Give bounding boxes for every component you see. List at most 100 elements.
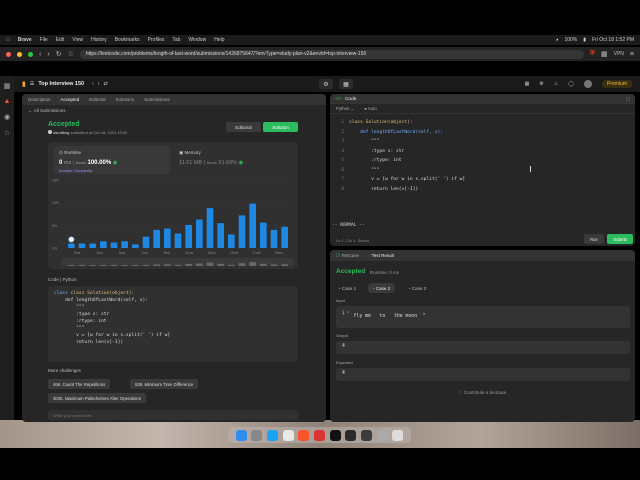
app-gray-icon[interactable]	[360, 429, 372, 441]
editor-line: :type s: str	[349, 148, 405, 154]
x-tick-label: 11ms	[185, 251, 193, 255]
menu-edit[interactable]: Edit	[56, 37, 65, 43]
tab-testcase[interactable]: ☑ Testcase	[336, 253, 359, 259]
contribute-testcase-link[interactable]: ♡ Contribute a testcase	[330, 390, 635, 396]
tab-test-result[interactable]: › Test Result	[369, 253, 394, 258]
input-box[interactable]: s = " fly me to the moon "	[336, 306, 630, 328]
safari-icon[interactable]	[266, 429, 278, 441]
wallet-icon[interactable]: ◉	[4, 113, 10, 121]
submitted-time: submitted at Oct 18, 2024 10:52	[70, 130, 128, 135]
tab-solutions[interactable]: Solutions	[116, 97, 135, 102]
reload-icon[interactable]: ↻	[56, 50, 62, 58]
tab-description[interactable]: Description	[28, 97, 51, 102]
app-dark-icon[interactable]	[345, 429, 357, 441]
auto-toggle[interactable]: ● Auto	[364, 106, 376, 111]
line-number: 4	[341, 148, 344, 154]
editorial-button[interactable]: Editorial	[226, 122, 261, 132]
tab-accepted[interactable]: Accepted	[61, 97, 80, 102]
extensions-icon[interactable]: ▦	[601, 50, 608, 58]
zoom-window-icon[interactable]	[28, 51, 33, 57]
line-number: 3	[341, 139, 344, 144]
code-line-1: def lengthOfLastWord(self, s):	[54, 298, 149, 303]
forward-icon[interactable]: ›	[47, 51, 49, 58]
bookmark-icon[interactable]: ☆	[68, 50, 74, 58]
menu-window[interactable]: Window	[188, 37, 206, 43]
challenge-chip-539[interactable]: 539. Minimum Time Difference	[130, 379, 199, 389]
prev-problem-icon[interactable]: ‹	[92, 81, 94, 87]
tab-editorial[interactable]: Editorial	[89, 97, 105, 102]
battery-icon[interactable]: ▮	[583, 37, 586, 43]
expected-box[interactable]: 4	[336, 368, 630, 381]
language-select[interactable]: Python ⌄	[336, 106, 354, 112]
bookmarks-icon[interactable]: ☆	[4, 129, 10, 137]
code-editor[interactable]: 1 class Solution(object): 2 def lengthOfLa…	[330, 116, 635, 218]
back-icon[interactable]: ‹	[39, 51, 41, 58]
avatar[interactable]	[583, 80, 592, 88]
settings-icon[interactable]: ⚙	[539, 81, 543, 87]
close-window-icon[interactable]	[6, 51, 11, 57]
address-bar[interactable]: https://leetcode.com/problems/length-of-…	[79, 49, 584, 59]
problem-list-title[interactable]: Top Interview 150	[38, 81, 84, 87]
runtime-distribution-chart[interactable]: 15% 10% 5% 0% 0ms 3ms 5ms 7ms 9ms 11ms 13ms 15ms 17m…	[48, 176, 298, 269]
brave-icon[interactable]	[298, 429, 310, 441]
debug-icon[interactable]: ⚙	[319, 79, 333, 89]
brave-shield-icon[interactable]: ⛨	[590, 50, 595, 58]
problem-list-icon[interactable]: ☰	[30, 81, 34, 87]
username[interactable]: dsrollbng	[53, 130, 69, 135]
editor-line: return len(v[-1])	[349, 186, 419, 192]
all-submissions-link[interactable]: ← All Submissions	[22, 105, 326, 115]
menu-view[interactable]: View	[72, 37, 83, 43]
menu-bookmarks[interactable]: Bookmarks	[115, 37, 140, 43]
trash-icon[interactable]	[392, 429, 404, 441]
runtime-box[interactable]: ◷ Runtime 0 ms | Beats 100.00% ◉ Analyze…	[54, 146, 170, 174]
case-2-tab[interactable]: • Case 2	[368, 283, 396, 293]
maximize-icon[interactable]: ▢	[625, 97, 630, 102]
solution-button[interactable]: Solution	[263, 122, 298, 132]
apple-icon[interactable]: 	[6, 37, 10, 43]
wifi-icon[interactable]: ◕	[555, 37, 558, 43]
brave-rewards-icon[interactable]: ▲	[4, 98, 11, 105]
layout-grid-icon[interactable]: ▦	[525, 81, 530, 87]
sidebar-toggle-icon[interactable]: ▦	[4, 82, 11, 90]
menu-profiles[interactable]: Profiles	[148, 37, 165, 43]
challenge-chip-3035[interactable]: 3035. Maximum Palindromes After Operatio…	[48, 393, 146, 403]
app-red-icon[interactable]	[313, 429, 325, 441]
submit-button[interactable]: Submit	[607, 234, 633, 244]
premium-button[interactable]: Premium	[601, 80, 632, 88]
terminal-icon[interactable]	[329, 429, 341, 441]
next-problem-icon[interactable]: ›	[98, 81, 100, 87]
menu-help[interactable]: Help	[214, 37, 224, 43]
settings-app-icon[interactable]	[376, 429, 388, 441]
challenge-chip-466[interactable]: 466. Count The Repetitions	[48, 379, 111, 389]
notification-icon[interactable]: ◯	[568, 81, 574, 87]
fire-icon[interactable]: ♨	[554, 81, 558, 87]
vpn-label[interactable]: VPN	[614, 51, 624, 57]
calendar-icon[interactable]	[282, 429, 294, 441]
memory-values: 11.61 MB | Beats 91.69% ◉	[179, 160, 244, 166]
memory-box[interactable]: ▣ Memory 11.61 MB | Beats 91.69% ◉	[174, 146, 292, 174]
menu-icon[interactable]: ≡	[630, 51, 634, 58]
case-3-tab[interactable]: • Case 3	[404, 283, 431, 293]
menu-tab[interactable]: Tab	[172, 37, 180, 43]
finder-icon[interactable]	[235, 429, 247, 441]
menu-app[interactable]: Brave	[18, 37, 32, 43]
menu-history[interactable]: History	[91, 37, 107, 43]
chart-bar	[185, 224, 192, 248]
submitted-code[interactable]: class class Solution(object): def length…	[48, 286, 298, 362]
run-button[interactable]: Run	[584, 234, 604, 244]
notes-input[interactable]: Write your notes here	[48, 410, 298, 420]
clock[interactable]: Fri Oct 18 1:52 PM	[592, 37, 634, 43]
launchpad-icon[interactable]	[251, 429, 263, 441]
all-submissions-label: All Submissions	[33, 107, 66, 113]
tab-submissions[interactable]: Submissions	[144, 97, 170, 102]
layout-icon[interactable]: ▦	[339, 79, 353, 89]
case-1-tab[interactable]: • Case 1	[334, 283, 361, 293]
analyze-complexity-link[interactable]: Analyze Complexity	[59, 169, 92, 173]
minimize-window-icon[interactable]	[17, 51, 22, 57]
user-avatar[interactable]	[48, 130, 52, 134]
battery-level[interactable]: 100%	[564, 37, 577, 43]
leetcode-logo-icon[interactable]: ▮	[22, 80, 26, 88]
menu-file[interactable]: File	[40, 37, 48, 43]
output-box[interactable]: 4	[336, 341, 630, 354]
shuffle-icon[interactable]: ⇄	[103, 81, 107, 87]
